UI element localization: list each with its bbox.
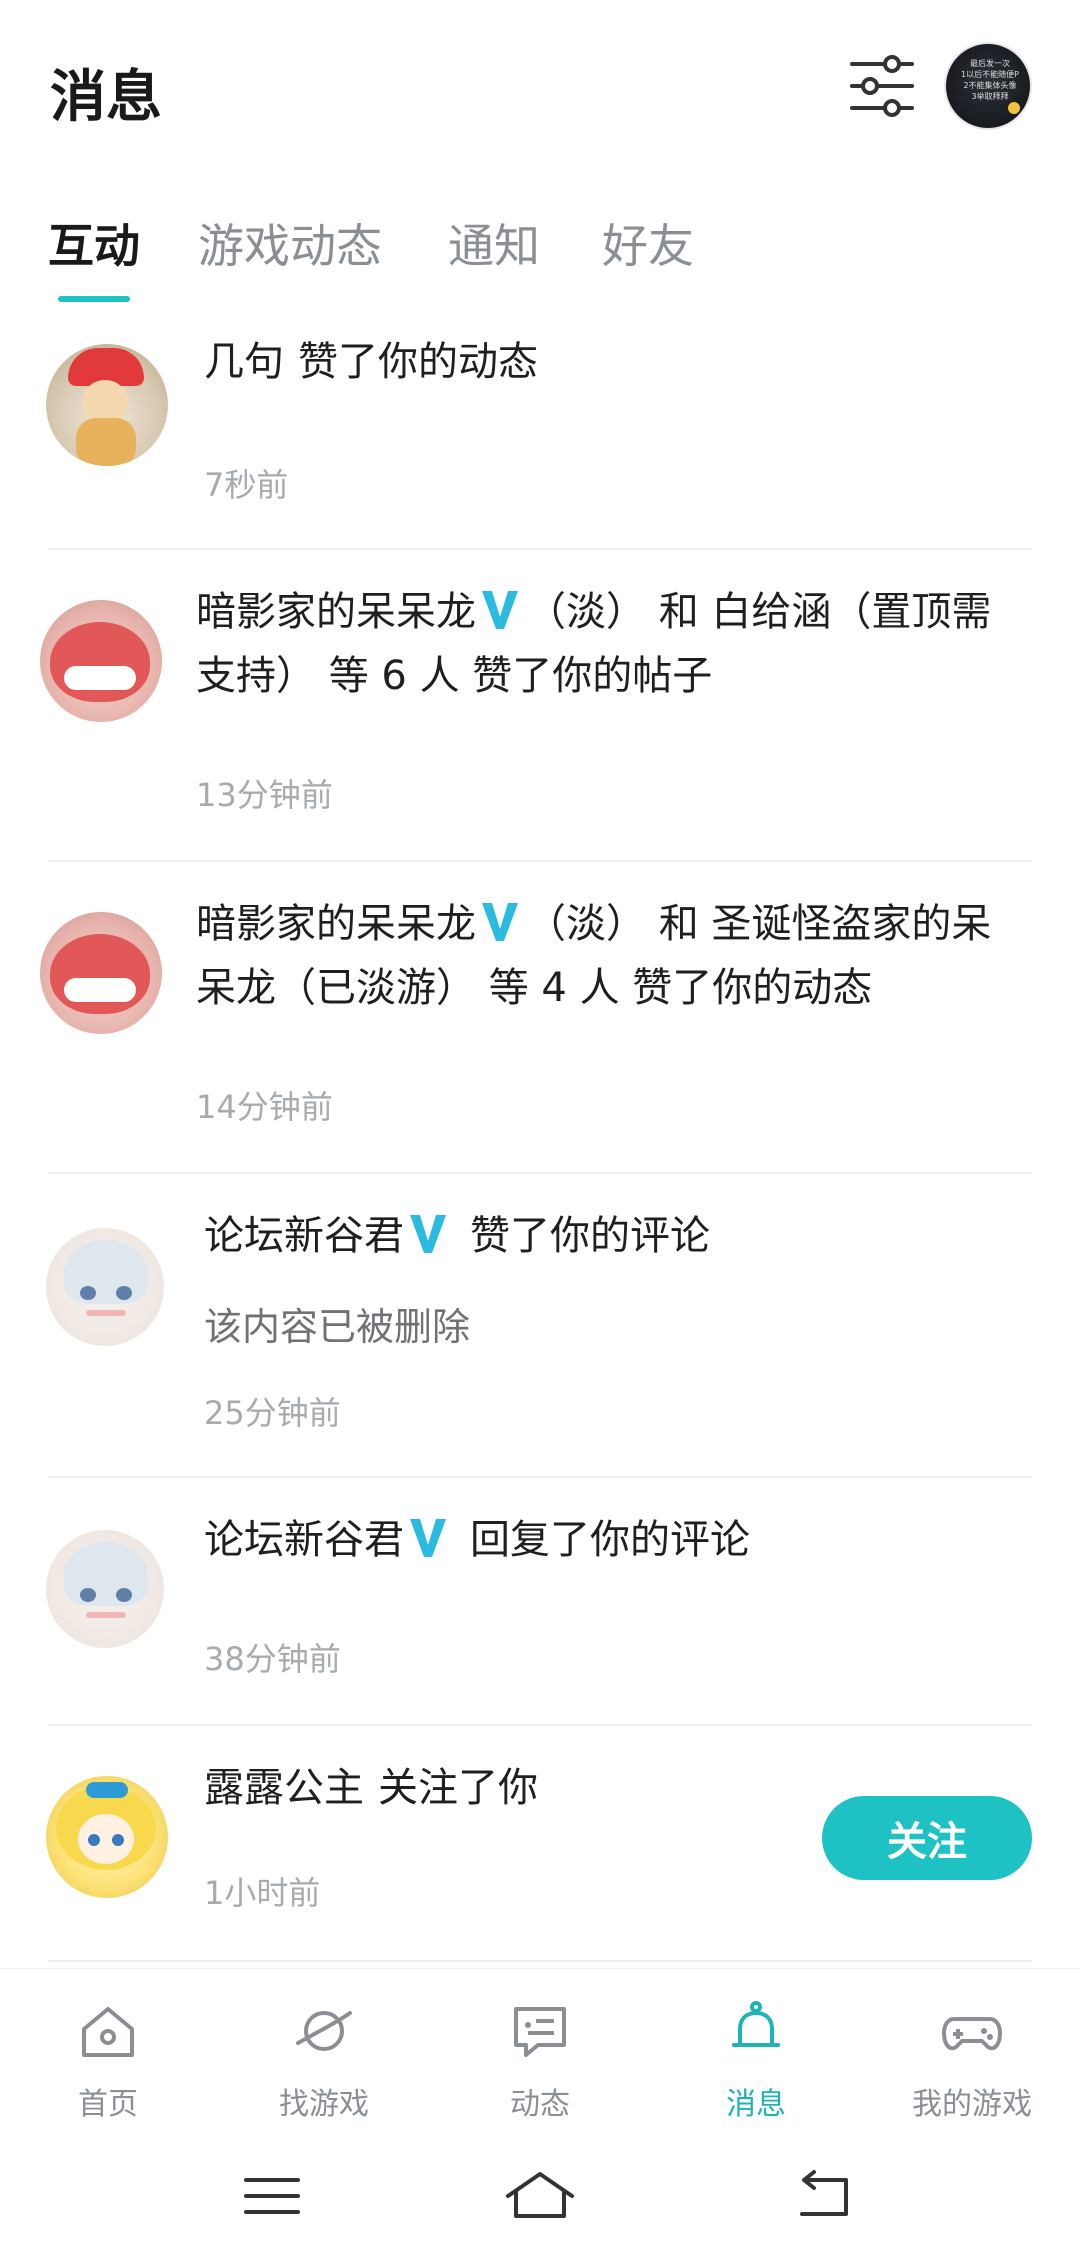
- notification-text: 论坛新谷君 赞了你的评论: [204, 1204, 710, 1268]
- divider: [48, 1172, 1032, 1174]
- nav-my-games[interactable]: 我的游戏: [872, 1969, 1072, 2139]
- divider: [48, 1960, 1032, 1962]
- action-text: 关注了你: [378, 1765, 538, 1811]
- tab-notifications[interactable]: 通知: [448, 210, 540, 276]
- follow-button[interactable]: 关注: [822, 1796, 1032, 1880]
- nav-label: 消息: [726, 2087, 786, 2122]
- deleted-content-text: 该内容已被删除: [204, 1305, 471, 1349]
- profile-avatar[interactable]: 最后发一次 1以后不能随便P 2不能集体头像 3举取拜拜: [944, 42, 1032, 130]
- home-icon: [82, 2007, 134, 2057]
- profile-avatar-text: 最后发一次 1以后不能随便P 2不能集体头像 3举取拜拜: [961, 59, 1019, 101]
- nav-label: 找游戏: [279, 2087, 369, 2122]
- avatar[interactable]: [46, 1228, 164, 1346]
- bell-icon: [732, 2001, 780, 2047]
- timestamp: 38分钟前: [204, 1640, 341, 1678]
- avatar[interactable]: [46, 1776, 168, 1898]
- avatar[interactable]: [46, 344, 168, 466]
- timestamp: 25分钟前: [204, 1394, 341, 1432]
- bottom-nav: 首页 找游戏 动态 消息 我的游戏: [0, 1968, 1080, 2139]
- timestamp: 13分钟前: [196, 776, 333, 814]
- notification-text: 几句 赞了你的动态: [204, 330, 538, 394]
- header: 消息 最后发一次 1以后不能随便P 2不能集体头像 3举取拜拜: [0, 0, 1080, 175]
- timestamp: 14分钟前: [196, 1088, 333, 1126]
- tab-active-indicator: [58, 296, 130, 302]
- divider: [48, 1724, 1032, 1726]
- tab-game-updates[interactable]: 游戏动态: [198, 210, 382, 276]
- nav-messages[interactable]: 消息: [656, 1969, 856, 2139]
- avatar[interactable]: [40, 600, 162, 722]
- verified-badge-icon: [410, 1519, 446, 1557]
- nav-label: 动态: [510, 2087, 570, 2122]
- action-text: （淡） 和 圣诞怪盗家的呆: [526, 901, 992, 947]
- menu-icon[interactable]: [240, 2166, 304, 2226]
- action-text: 赞了你的动态: [298, 339, 538, 385]
- divider: [48, 1476, 1032, 1478]
- notification-text-line1: 暗影家的呆呆龙 （淡） 和 圣诞怪盗家的呆: [196, 892, 991, 956]
- avatar[interactable]: [40, 912, 162, 1034]
- back-icon[interactable]: [792, 2166, 856, 2226]
- user-name[interactable]: 几句: [204, 339, 284, 385]
- page-title: 消息: [50, 65, 162, 130]
- avatar[interactable]: [46, 1530, 164, 1648]
- notification-text: 露露公主 关注了你: [204, 1756, 538, 1820]
- nav-home[interactable]: 首页: [8, 1969, 208, 2139]
- tab-friends[interactable]: 好友: [602, 210, 694, 276]
- user-name[interactable]: 露露公主: [204, 1765, 364, 1811]
- user-name[interactable]: 暗影家的呆呆龙: [196, 589, 476, 635]
- divider: [48, 860, 1032, 862]
- verified-badge-icon: [482, 591, 518, 629]
- verified-badge-icon: [482, 903, 518, 941]
- tab-bar: 互动 游戏动态 通知 好友: [0, 200, 1080, 310]
- action-text: （淡） 和 白给涵（置顶需: [526, 589, 992, 635]
- nav-label: 我的游戏: [912, 2087, 1032, 2122]
- home-button-icon[interactable]: [502, 2166, 578, 2226]
- user-name[interactable]: 暗影家的呆呆龙: [196, 901, 476, 947]
- user-name[interactable]: 论坛新谷君: [204, 1517, 404, 1563]
- notification-text: 论坛新谷君 回复了你的评论: [204, 1508, 750, 1572]
- user-name[interactable]: 论坛新谷君: [204, 1213, 404, 1259]
- timestamp: 7秒前: [204, 466, 289, 504]
- action-text: 赞了你的评论: [470, 1213, 710, 1259]
- verified-badge-icon: [410, 1215, 446, 1253]
- nav-feed[interactable]: 动态: [440, 1969, 640, 2139]
- nav-find-games[interactable]: 找游戏: [224, 1969, 424, 2139]
- notification-text-line2: 呆龙（已淡游） 等 4 人 赞了你的动态: [196, 965, 873, 1011]
- tab-interaction[interactable]: 互动: [48, 210, 140, 276]
- filter-settings-icon[interactable]: [848, 52, 916, 120]
- notification-text-line1: 暗影家的呆呆龙 （淡） 和 白给涵（置顶需: [196, 580, 991, 644]
- timestamp: 1小时前: [204, 1874, 321, 1912]
- nav-label: 首页: [78, 2087, 138, 2122]
- notification-text-line2: 支持） 等 6 人 赞了你的帖子: [196, 653, 713, 699]
- divider: [48, 548, 1032, 550]
- action-text: 回复了你的评论: [470, 1517, 750, 1563]
- system-nav-bar: [0, 2138, 1080, 2259]
- emoji-icon: [1008, 102, 1020, 114]
- gamepad-icon: [942, 2017, 1002, 2051]
- chat-icon: [514, 2007, 566, 2057]
- planet-icon: [296, 2011, 352, 2051]
